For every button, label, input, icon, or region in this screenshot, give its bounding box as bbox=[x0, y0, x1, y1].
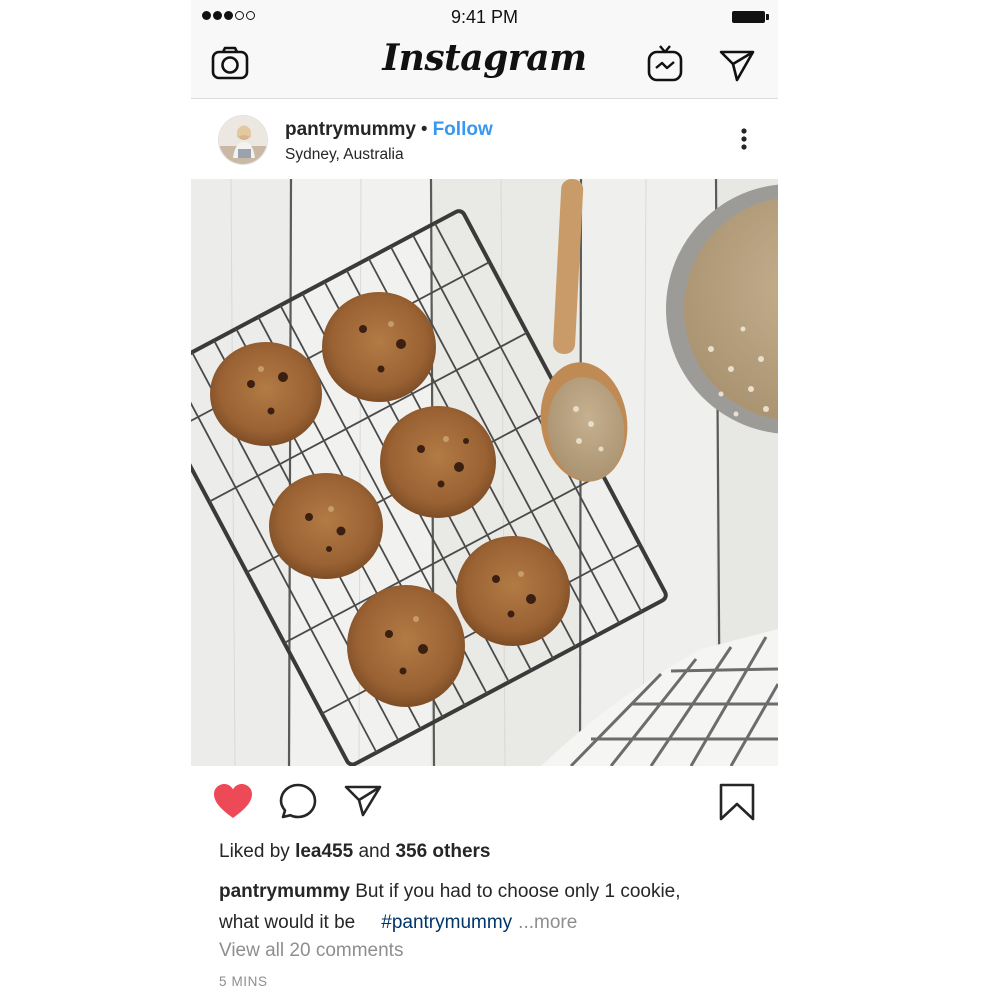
post-header: pantrymummy • Follow Sydney, Australia bbox=[191, 99, 778, 179]
separator-dot: • bbox=[420, 119, 428, 140]
avatar[interactable] bbox=[218, 115, 268, 165]
likes-prefix: Liked by bbox=[219, 841, 290, 862]
caption-text-line1: But if you had to choose only 1 cookie, bbox=[355, 881, 681, 902]
caption-username[interactable]: pantrymummy bbox=[219, 881, 350, 902]
caption-more-link[interactable]: ...more bbox=[518, 912, 577, 933]
app-header: Instagram bbox=[191, 34, 778, 99]
follow-button[interactable]: Follow bbox=[433, 119, 493, 140]
instagram-logo[interactable]: Instagram bbox=[191, 37, 778, 79]
post-caption: pantrymummy But if you had to choose onl… bbox=[219, 876, 759, 938]
post-photo[interactable] bbox=[191, 179, 778, 766]
caption-hashtag[interactable]: #pantrymummy bbox=[381, 912, 512, 933]
post-author-line: pantrymummy • Follow bbox=[285, 119, 493, 141]
phone-screen: 9:41 PM Instagram pantrymummy • Follow S… bbox=[191, 0, 778, 1002]
post-location[interactable]: Sydney, Australia bbox=[285, 146, 404, 164]
heart-filled-icon[interactable] bbox=[211, 782, 255, 822]
post-actions bbox=[191, 766, 778, 836]
caption-text-line2: what would it be bbox=[219, 912, 356, 933]
post-timestamp: 5 MINS bbox=[219, 974, 268, 989]
likes-summary: Liked by lea455 and 356 others bbox=[219, 841, 491, 863]
comment-icon[interactable] bbox=[278, 782, 322, 822]
view-comments-link[interactable]: View all 20 comments bbox=[219, 940, 403, 962]
likes-others[interactable]: 356 others bbox=[395, 841, 490, 862]
more-vertical-icon[interactable] bbox=[738, 125, 750, 155]
liker-username[interactable]: lea455 bbox=[295, 841, 353, 862]
share-icon[interactable] bbox=[342, 782, 386, 822]
status-time: 9:41 PM bbox=[450, 7, 519, 27]
direct-message-icon[interactable] bbox=[715, 42, 759, 86]
igtv-icon[interactable] bbox=[643, 42, 687, 86]
bookmark-icon[interactable] bbox=[715, 782, 759, 822]
battery-icon bbox=[732, 11, 769, 23]
status-bar: 9:41 PM bbox=[191, 0, 778, 34]
post-username[interactable]: pantrymummy bbox=[285, 119, 416, 140]
likes-joiner: and bbox=[358, 841, 391, 862]
